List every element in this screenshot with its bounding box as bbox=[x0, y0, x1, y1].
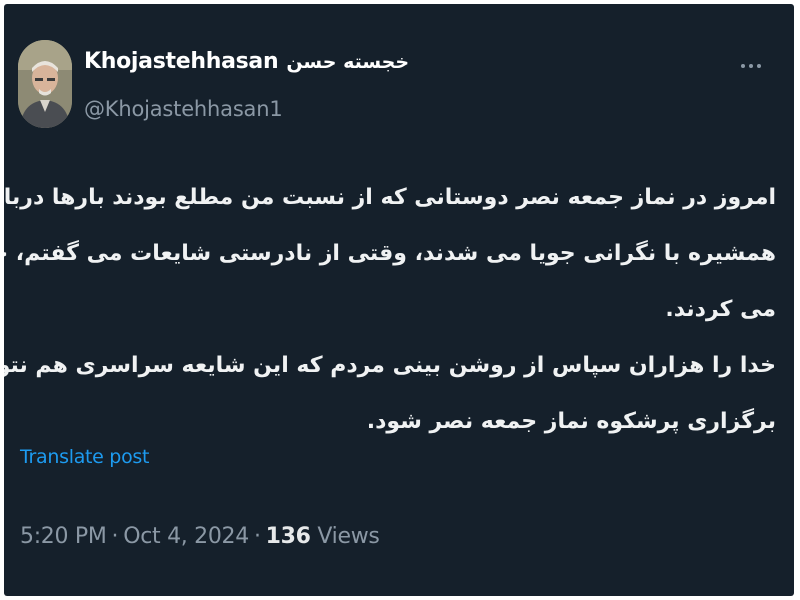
translate-post-link[interactable]: Translate post bbox=[20, 446, 149, 468]
display-name[interactable]: Khojastehhasan خجسته حسن bbox=[84, 49, 409, 74]
display-name-latin: Khojastehhasan bbox=[84, 49, 279, 74]
post-text-line: خدا را هزاران سپاس از روشن بینی مردم که … bbox=[4, 353, 776, 378]
post-text-line: برگزاری پرشکوه نماز جمعه نصر شود. bbox=[366, 409, 776, 434]
avatar[interactable] bbox=[18, 40, 72, 128]
user-handle[interactable]: @Khojastehhasan1 bbox=[84, 97, 283, 121]
more-dot bbox=[749, 64, 753, 68]
post-card: Khojastehhasan خجسته حسن @Khojastehhasan… bbox=[4, 4, 794, 596]
post-meta: 5:20 PM · Oct 4, 2024 · 136 Views bbox=[20, 524, 380, 549]
meta-separator: · bbox=[253, 524, 261, 549]
more-horizontal-icon[interactable] bbox=[734, 56, 768, 76]
views-label: Views bbox=[317, 524, 380, 549]
display-name-persian: خجسته حسن bbox=[286, 50, 410, 73]
views-count: 136 bbox=[265, 524, 311, 549]
more-dot bbox=[741, 64, 745, 68]
avatar-photo bbox=[18, 40, 72, 128]
post-time[interactable]: 5:20 PM bbox=[20, 524, 107, 549]
screenshot-frame: Khojastehhasan خجسته حسن @Khojastehhasan… bbox=[0, 0, 800, 600]
post-text-line: همشیره با نگرانی جویا می شدند، وقتی از ن… bbox=[4, 241, 776, 266]
post-date[interactable]: Oct 4, 2024 bbox=[123, 524, 249, 549]
post-text-line: می کردند. bbox=[665, 297, 776, 322]
post-text-line: امروز در نماز جمعه نصر دوستانی که از نسب… bbox=[4, 185, 776, 210]
more-dot bbox=[757, 64, 761, 68]
meta-separator: · bbox=[111, 524, 119, 549]
post-text: امروز در نماز جمعه نصر دوستانی که از نسب… bbox=[4, 170, 776, 450]
